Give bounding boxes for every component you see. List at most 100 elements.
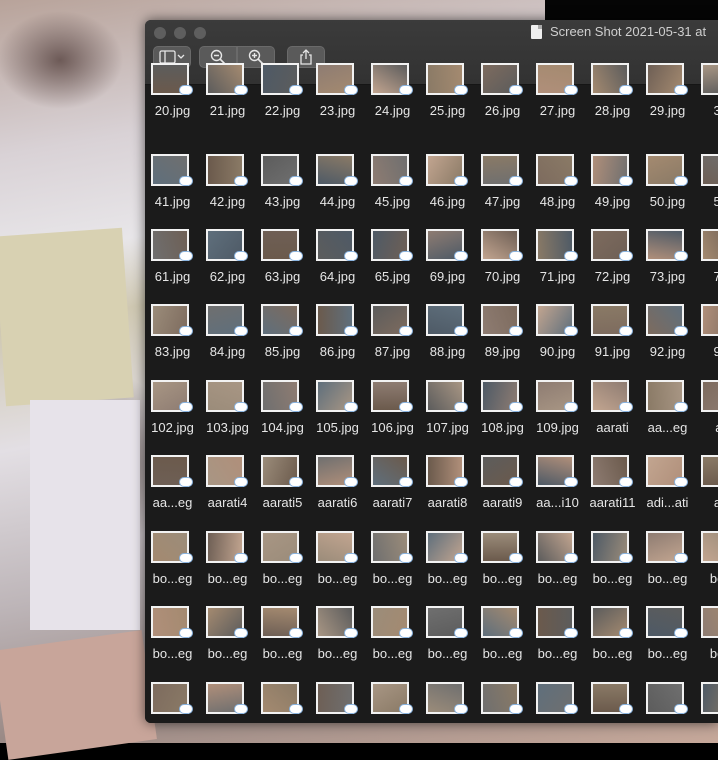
thumbnail-item[interactable]: bo...eg bbox=[530, 606, 585, 681]
thumbnail-item[interactable]: 23.jpg bbox=[310, 63, 365, 138]
thumbnail-item[interactable] bbox=[145, 682, 200, 723]
thumbnail-item[interactable]: 102.jpg bbox=[145, 380, 200, 455]
thumbnail-item[interactable]: 26.jpg bbox=[475, 63, 530, 138]
thumbnail-item[interactable]: bo...eg bbox=[365, 531, 420, 606]
thumbnail-item[interactable]: 46.jpg bbox=[420, 154, 475, 229]
thumbnail-item[interactable]: bo...eg bbox=[310, 531, 365, 606]
thumbnail-item[interactable]: 88.jpg bbox=[420, 304, 475, 379]
thumbnail-item[interactable]: 90.jpg bbox=[530, 304, 585, 379]
thumbnail-item[interactable]: 27.jpg bbox=[530, 63, 585, 138]
thumbnail-item[interactable]: 69.jpg bbox=[420, 229, 475, 304]
thumbnail-item[interactable]: adi...ati bbox=[640, 455, 695, 530]
thumbnail-item[interactable]: 42.jpg bbox=[200, 154, 255, 229]
thumbnail-item[interactable]: aarati9 bbox=[475, 455, 530, 530]
thumbnail-item[interactable]: 25.jpg bbox=[420, 63, 475, 138]
thumbnail-item[interactable]: bo...eg bbox=[475, 531, 530, 606]
thumbnail-item[interactable]: 47.jpg bbox=[475, 154, 530, 229]
thumbnail-item[interactable]: aarati11 bbox=[585, 455, 640, 530]
thumbnail-item[interactable]: 30. bbox=[695, 63, 718, 138]
thumbnail-item[interactable]: bo... bbox=[695, 531, 718, 606]
close-button[interactable] bbox=[154, 27, 166, 39]
thumbnail-item[interactable]: 51. bbox=[695, 154, 718, 229]
thumbnail-item[interactable]: 86.jpg bbox=[310, 304, 365, 379]
thumbnail-item[interactable]: bo...eg bbox=[200, 531, 255, 606]
thumbnail-item[interactable]: 85.jpg bbox=[255, 304, 310, 379]
thumbnail-item[interactable]: aarati6 bbox=[310, 455, 365, 530]
thumbnail-item[interactable]: 104.jpg bbox=[255, 380, 310, 455]
thumbnail-item[interactable]: 63.jpg bbox=[255, 229, 310, 304]
thumbnail-item[interactable]: aarati bbox=[585, 380, 640, 455]
zoom-button[interactable] bbox=[194, 27, 206, 39]
thumbnail-item[interactable]: 84.jpg bbox=[200, 304, 255, 379]
thumbnail-item[interactable]: aa...eg bbox=[640, 380, 695, 455]
thumbnail-item[interactable]: 29.jpg bbox=[640, 63, 695, 138]
thumbnail-item[interactable]: bo... bbox=[695, 606, 718, 681]
thumbnail-item[interactable]: 92.jpg bbox=[640, 304, 695, 379]
thumbnail-item[interactable]: 61.jpg bbox=[145, 229, 200, 304]
thumbnail-item[interactable]: 22.jpg bbox=[255, 63, 310, 138]
thumbnail-item[interactable]: aa...i10 bbox=[530, 455, 585, 530]
thumbnail-item[interactable]: 91.jpg bbox=[585, 304, 640, 379]
thumbnail-item[interactable]: 44.jpg bbox=[310, 154, 365, 229]
thumbnail-item[interactable] bbox=[365, 682, 420, 723]
thumbnail-item[interactable]: 106.jpg bbox=[365, 380, 420, 455]
thumbnail-item[interactable]: aarati5 bbox=[255, 455, 310, 530]
thumbnail-item[interactable]: bo...eg bbox=[640, 606, 695, 681]
thumbnail-item[interactable]: 45.jpg bbox=[365, 154, 420, 229]
thumbnail-item[interactable]: 93. bbox=[695, 304, 718, 379]
thumbnail-item[interactable]: 49.jpg bbox=[585, 154, 640, 229]
thumbnail-item[interactable]: 62.jpg bbox=[200, 229, 255, 304]
thumbnail-item[interactable]: bo...eg bbox=[420, 606, 475, 681]
thumbnail-item[interactable]: bo...eg bbox=[420, 531, 475, 606]
minimize-button[interactable] bbox=[174, 27, 186, 39]
thumbnail-item[interactable] bbox=[530, 682, 585, 723]
thumbnail-item[interactable]: 21.jpg bbox=[200, 63, 255, 138]
thumbnail-item[interactable]: 64.jpg bbox=[310, 229, 365, 304]
thumbnail-item[interactable]: bo...eg bbox=[200, 606, 255, 681]
thumbnail-item[interactable]: 65.jpg bbox=[365, 229, 420, 304]
thumbnail-item[interactable]: 87.jpg bbox=[365, 304, 420, 379]
thumbnail-item[interactable]: adi bbox=[695, 455, 718, 530]
thumbnail-item[interactable]: bo...eg bbox=[585, 606, 640, 681]
thumbnail-item[interactable] bbox=[255, 682, 310, 723]
thumbnail-item[interactable]: 28.jpg bbox=[585, 63, 640, 138]
thumbnail-item[interactable] bbox=[310, 682, 365, 723]
thumbnail-item[interactable] bbox=[640, 682, 695, 723]
thumbnail-item[interactable] bbox=[585, 682, 640, 723]
thumbnail-item[interactable]: bo...eg bbox=[585, 531, 640, 606]
thumbnail-item[interactable]: bo...eg bbox=[365, 606, 420, 681]
thumbnail-item[interactable]: bo...eg bbox=[475, 606, 530, 681]
thumbnail-item[interactable]: 72.jpg bbox=[585, 229, 640, 304]
thumbnail-item[interactable]: bo...eg bbox=[310, 606, 365, 681]
thumbnail-item[interactable]: 70.jpg bbox=[475, 229, 530, 304]
thumbnail-item[interactable]: 89.jpg bbox=[475, 304, 530, 379]
thumbnail-item[interactable]: aarati8 bbox=[420, 455, 475, 530]
thumbnail-item[interactable]: bo...eg bbox=[255, 606, 310, 681]
thumbnail-item[interactable]: 71.jpg bbox=[530, 229, 585, 304]
thumbnail-item[interactable]: 43.jpg bbox=[255, 154, 310, 229]
thumbnail-item[interactable]: bo...eg bbox=[145, 531, 200, 606]
thumbnail-item[interactable]: 41.jpg bbox=[145, 154, 200, 229]
thumbnail-item[interactable]: 105.jpg bbox=[310, 380, 365, 455]
thumbnail-item[interactable] bbox=[200, 682, 255, 723]
thumbnail-item[interactable]: bo...eg bbox=[255, 531, 310, 606]
thumbnail-item[interactable]: 48.jpg bbox=[530, 154, 585, 229]
thumbnail-item[interactable]: bo...eg bbox=[640, 531, 695, 606]
thumbnail-item[interactable]: 24.jpg bbox=[365, 63, 420, 138]
thumbnail-item[interactable]: 107.jpg bbox=[420, 380, 475, 455]
thumbnail-item[interactable]: 74. bbox=[695, 229, 718, 304]
thumbnail-item[interactable]: aarati7 bbox=[365, 455, 420, 530]
thumbnail-item[interactable]: aa...eg bbox=[145, 455, 200, 530]
thumbnail-item[interactable]: 50.jpg bbox=[640, 154, 695, 229]
thumbnail-item[interactable]: bo...eg bbox=[145, 606, 200, 681]
thumbnail-item[interactable]: aa bbox=[695, 380, 718, 455]
thumbnail-item[interactable]: 108.jpg bbox=[475, 380, 530, 455]
thumbnail-item[interactable]: 103.jpg bbox=[200, 380, 255, 455]
thumbnail-item[interactable]: 109.jpg bbox=[530, 380, 585, 455]
thumbnail-item[interactable]: bo...eg bbox=[530, 531, 585, 606]
thumbnail-item[interactable] bbox=[475, 682, 530, 723]
thumbnail-item[interactable] bbox=[695, 682, 718, 723]
thumbnail-item[interactable]: 83.jpg bbox=[145, 304, 200, 379]
thumbnail-item[interactable]: 20.jpg bbox=[145, 63, 200, 138]
thumbnail-item[interactable] bbox=[420, 682, 475, 723]
